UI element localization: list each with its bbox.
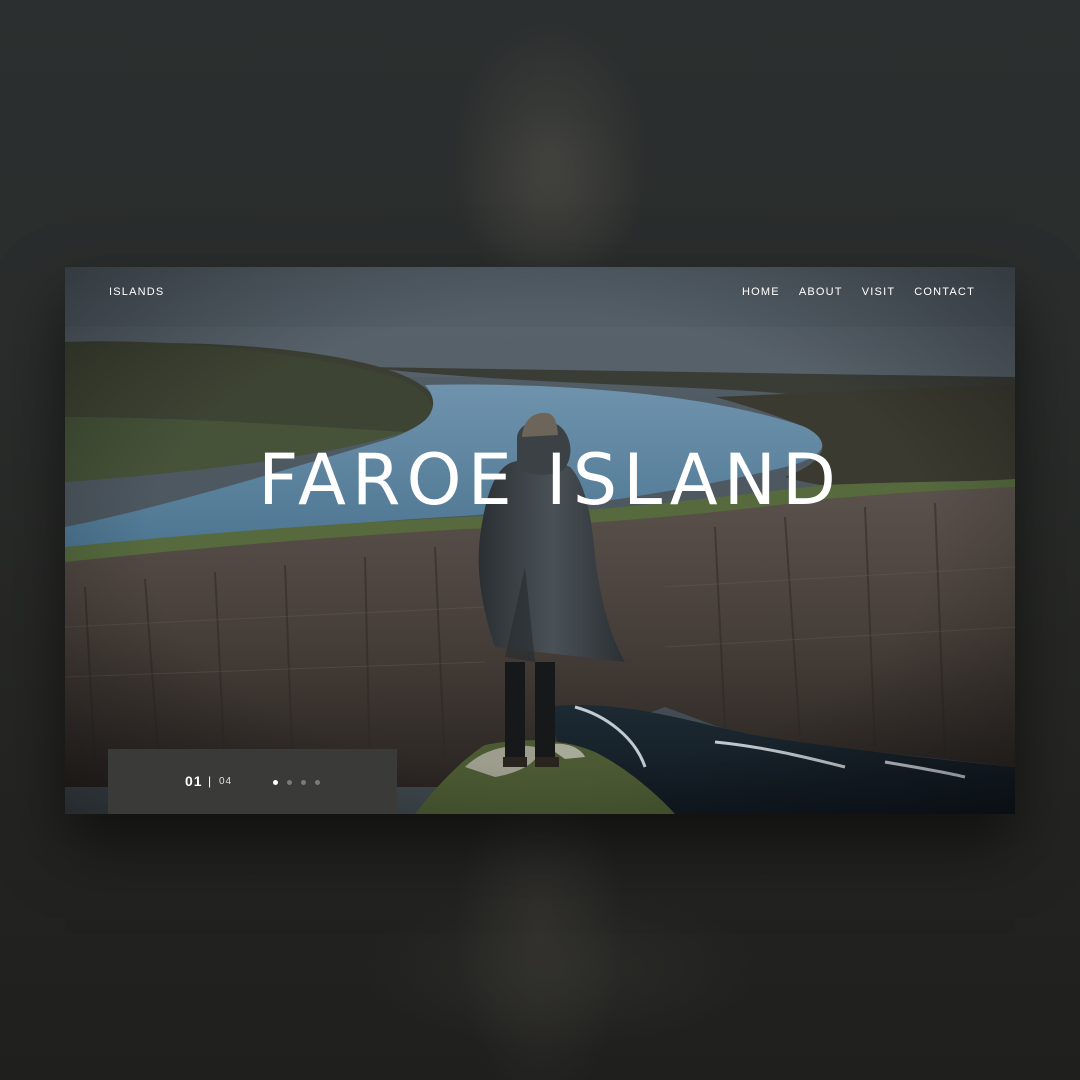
nav-contact[interactable]: CONTACT [914, 286, 975, 298]
hero-title: FAROE ISLAND [258, 439, 842, 521]
pager-dots [273, 780, 320, 785]
pager-separator: | [208, 774, 212, 788]
backdrop-rocks [300, 860, 820, 1080]
pager-dot-4[interactable] [315, 780, 320, 785]
nav-about[interactable]: ABOUT [799, 286, 843, 298]
hero-photo [65, 267, 1015, 814]
nav-visit[interactable]: VISIT [862, 286, 896, 298]
backdrop-person-silhouette [420, 60, 680, 270]
pager-current-slide: 01 [185, 773, 203, 789]
pager-dot-3[interactable] [301, 780, 306, 785]
nav-home[interactable]: HOME [742, 286, 780, 298]
pager-dot-1[interactable] [273, 780, 278, 785]
nav-menu: HOME ABOUT VISIT CONTACT [742, 286, 975, 298]
pager-total-slides: 04 [219, 776, 233, 787]
pager-dot-2[interactable] [287, 780, 292, 785]
slide-pager: 01 | 04 [108, 749, 397, 814]
top-navigation: ISLANDS HOME ABOUT VISIT CONTACT [65, 267, 1015, 319]
hero-card: ISLANDS HOME ABOUT VISIT CONTACT FAROE I… [65, 267, 1015, 814]
brand-logo[interactable]: ISLANDS [109, 286, 164, 298]
